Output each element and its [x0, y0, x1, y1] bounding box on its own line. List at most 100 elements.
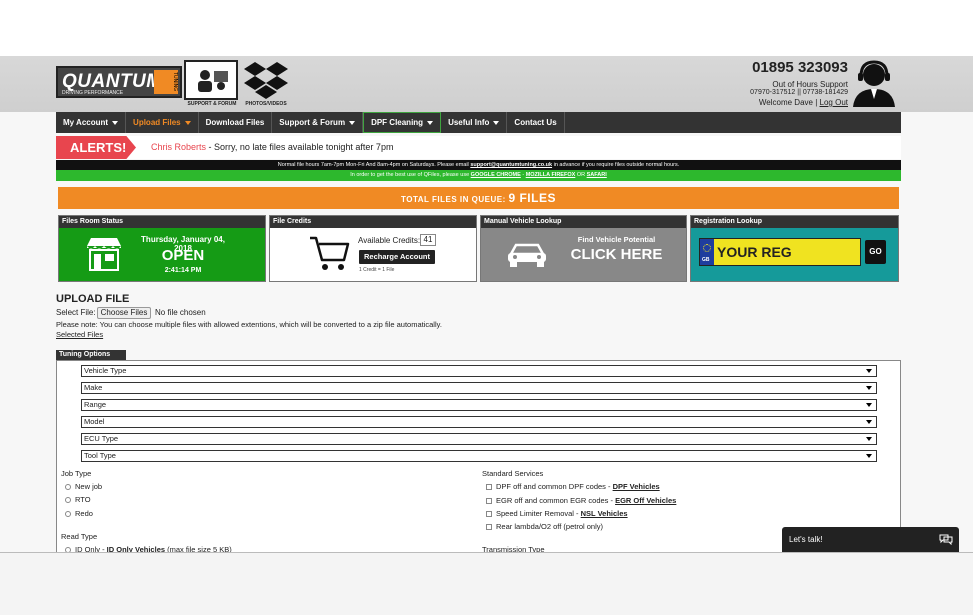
no-file-chosen: No file chosen [155, 308, 206, 317]
nsl-vehicles-link[interactable]: NSL Vehicles [581, 509, 628, 518]
service-speed-limiter[interactable]: Speed Limiter Removal - NSL Vehicles [486, 509, 628, 518]
status-state: OPEN [161, 247, 205, 264]
dropdown-arrow-icon [866, 403, 872, 407]
lookup-click-here[interactable]: CLICK HERE [559, 246, 674, 263]
panel-title: File Credits [270, 216, 476, 228]
gb-plate-badge: GB [700, 239, 714, 265]
quantum-logo[interactable]: QUANTUM DRIVING PERFORMANCE TUNING [56, 66, 182, 98]
logo-tagline: DRIVING PERFORMANCE [62, 90, 124, 96]
dropdown-arrow-icon [866, 454, 872, 458]
chevron-down-icon [493, 120, 500, 125]
alert-message: Chris Roberts - Sorry, no late files ava… [151, 142, 393, 152]
chevron-down-icon [349, 120, 356, 125]
dropbox-icon[interactable] [244, 60, 288, 100]
job-type-redo[interactable]: Redo [65, 509, 93, 518]
dropdown-arrow-icon [866, 437, 872, 441]
vehicle-type-select[interactable]: Vehicle Type [81, 365, 877, 377]
available-credits-value: 41 [420, 234, 436, 246]
support-email-link[interactable]: support@quantumtuning.co.uk [470, 162, 552, 168]
checkbox[interactable] [486, 511, 492, 518]
main-nav: My Account Upload Files Download Files S… [56, 112, 901, 133]
support-agent-icon [853, 60, 895, 107]
make-select[interactable]: Make [81, 382, 877, 394]
chevron-down-icon [112, 120, 119, 125]
credit-note: 1 Credit = 1 File [359, 267, 395, 273]
alert-text: - Sorry, no late files available tonight… [206, 142, 394, 152]
upload-note: Please note: You can choose multiple fil… [56, 320, 442, 329]
firefox-link[interactable]: MOZILLA FIREFOX [526, 172, 576, 178]
lookup-line1: Find Vehicle Potential [577, 235, 656, 244]
welcome-text: Welcome Dave | Log Out [759, 98, 848, 107]
selected-files-link[interactable]: Selected Files [56, 330, 103, 339]
checkbox[interactable] [486, 524, 492, 531]
select-file-label: Select File: [56, 308, 96, 317]
registration-input[interactable]: GB YOUR REG [699, 238, 861, 266]
tuning-options-tab[interactable]: Tuning Options [56, 350, 126, 360]
chat-widget[interactable]: Let's talk! [782, 527, 959, 552]
standard-services-title: Standard Services [482, 469, 544, 478]
dropdown-arrow-icon [866, 386, 872, 390]
tool-type-select[interactable]: Tool Type [81, 450, 877, 462]
upload-title: UPLOAD FILE [56, 293, 130, 305]
radio-button[interactable] [65, 497, 71, 504]
nav-support-forum[interactable]: Support & Forum [272, 112, 364, 133]
ecu-type-select[interactable]: ECU Type [81, 433, 877, 445]
job-type-new[interactable]: New job [65, 482, 102, 491]
welcome-user: Welcome Dave | [758, 98, 818, 107]
alerts-tag: ALERTS! [56, 136, 136, 159]
nav-upload-files[interactable]: Upload Files [126, 112, 199, 133]
queue-label: TOTAL FILES IN QUEUE: [401, 195, 509, 204]
job-type-title: Job Type [61, 469, 92, 478]
safari-link[interactable]: SAFARI [587, 172, 607, 178]
range-select[interactable]: Range [81, 399, 877, 411]
egr-off-vehicles-link[interactable]: EGR Off Vehicles [615, 496, 676, 505]
files-room-status-panel: Files Room Status Thursday, January 04, … [58, 215, 266, 282]
nav-contact-us[interactable]: Contact Us [507, 112, 565, 133]
choose-files-button[interactable]: Choose Files [97, 307, 151, 319]
chevron-down-icon [427, 120, 434, 125]
queue-banner: TOTAL FILES IN QUEUE: 9 FILES [58, 187, 899, 209]
alerts-bar: ALERTS! Chris Roberts - Sorry, no late f… [56, 136, 901, 159]
chat-label: Let's talk! [789, 535, 823, 544]
manual-vehicle-lookup-panel[interactable]: Manual Vehicle Lookup Find Vehicle Poten… [480, 215, 687, 282]
nav-my-account[interactable]: My Account [56, 112, 127, 133]
alert-author: Chris Roberts [151, 142, 207, 152]
logo-tuning-badge: TUNING [154, 70, 178, 94]
store-icon [87, 238, 121, 271]
checkbox[interactable] [486, 484, 492, 491]
browsers-bar: In order to get the best use of QFiles, … [56, 170, 901, 181]
registration-placeholder: YOUR REG [717, 244, 792, 260]
cart-icon [310, 236, 350, 270]
phone-number: 01895 323093 [752, 59, 848, 76]
nav-download-files[interactable]: Download Files [199, 112, 273, 133]
out-of-hours-label: Out of Hours Support [772, 80, 848, 89]
available-credits-label: Available Credits: [358, 236, 421, 245]
dpf-vehicles-link[interactable]: DPF Vehicles [613, 482, 660, 491]
read-type-title: Read Type [61, 532, 98, 541]
tuning-options-box: Vehicle Type Make Range Model ECU Type T… [56, 360, 901, 555]
model-select[interactable]: Model [81, 416, 877, 428]
service-egr[interactable]: EGR off and common EGR codes - EGR Off V… [486, 496, 676, 505]
nav-dpf-cleaning[interactable]: DPF Cleaning [363, 112, 442, 133]
chrome-link[interactable]: GOOGLE CHROME [471, 172, 521, 178]
radio-button[interactable] [65, 511, 71, 518]
service-dpf[interactable]: DPF off and common DPF codes - DPF Vehic… [486, 482, 660, 491]
logout-link[interactable]: Log Out [820, 98, 848, 107]
car-icon [508, 243, 546, 267]
panel-title: Manual Vehicle Lookup [481, 216, 686, 228]
registration-lookup-panel: Registration Lookup GB YOUR REG GO [690, 215, 899, 282]
recharge-account-button[interactable]: Recharge Account [359, 250, 435, 264]
dropdown-arrow-icon [866, 420, 872, 424]
checkbox[interactable] [486, 498, 492, 505]
eu-stars-icon [703, 244, 711, 252]
service-rear-lambda[interactable]: Rear lambda/O2 off (petrol only) [486, 522, 603, 531]
panel-title: Files Room Status [59, 216, 265, 228]
job-type-rto[interactable]: RTO [65, 495, 91, 504]
chevron-down-icon [184, 120, 191, 125]
go-button[interactable]: GO [865, 240, 886, 264]
hours-bar: Normal file hours 7am-7pm Mon-Fri And 8a… [56, 160, 901, 170]
radio-button[interactable] [65, 484, 71, 491]
nav-useful-info[interactable]: Useful Info [441, 112, 508, 133]
chat-bubbles-icon [939, 534, 953, 545]
support-forum-link[interactable] [184, 60, 238, 100]
